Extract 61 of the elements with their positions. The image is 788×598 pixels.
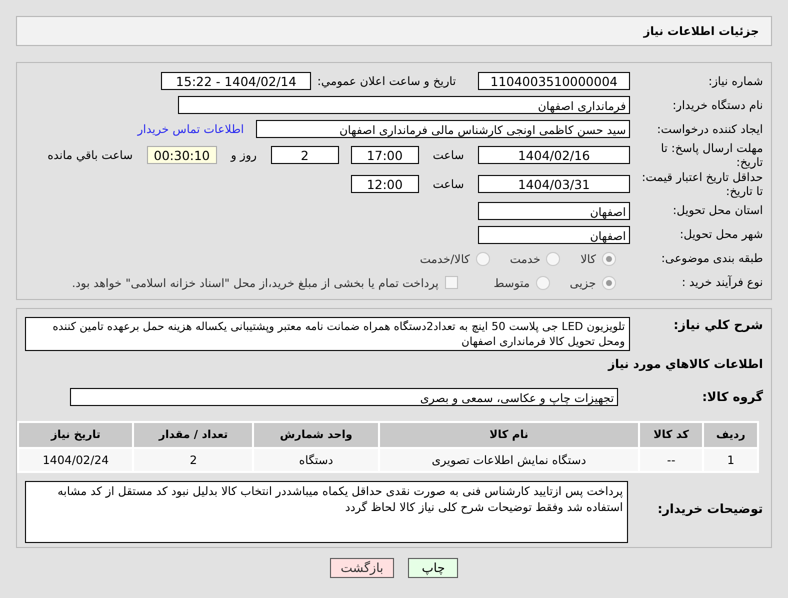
field-label: نوع فرآیند خرید : bbox=[680, 275, 763, 290]
table-cell: 1404/02/24 bbox=[18, 448, 134, 472]
radio-button[interactable] bbox=[602, 276, 616, 290]
time-label: ساعت bbox=[432, 177, 464, 192]
date-field: 1404/02/16 bbox=[478, 146, 630, 164]
section-heading: اطلاعات کالاهاي مورد نیاز bbox=[606, 356, 763, 370]
field-label: طبقه بندی موضوعی: bbox=[660, 251, 763, 266]
field-label: گروه کالا: bbox=[701, 388, 763, 404]
field-label: تاریخ و ساعت اعلان عمومي: bbox=[317, 74, 456, 88]
days-label: روز و bbox=[230, 148, 257, 162]
field-label: نام دستگاه خریدار: bbox=[671, 98, 763, 112]
radio-button[interactable] bbox=[476, 252, 490, 266]
radio-label: جزیی bbox=[570, 276, 596, 290]
time-label: ساعت bbox=[432, 148, 464, 162]
remaining-time-field: 00:30:10 bbox=[146, 146, 217, 164]
buyer-contact-link[interactable]: اطلاعات تماس خریدار bbox=[137, 122, 244, 136]
radio-button[interactable] bbox=[536, 276, 550, 290]
field-label: ایجاد کننده درخواست: bbox=[656, 122, 763, 136]
time-field: 12:00 bbox=[350, 175, 419, 194]
city-field: اصفهان bbox=[478, 226, 630, 244]
column-header: ردیف bbox=[703, 422, 758, 448]
radio-label: کالا bbox=[580, 252, 596, 266]
column-header: تعداد / مقدار bbox=[133, 422, 254, 448]
radio-button[interactable] bbox=[546, 252, 560, 266]
checkbox-label: پرداخت تمام یا بخشی از مبلغ خرید،از محل "اسناد خزانه اسلامی" خواهد بود. bbox=[72, 276, 439, 290]
field-label: توضیحات خریدار: bbox=[656, 500, 763, 516]
print-button[interactable]: چاپ bbox=[408, 558, 458, 578]
time-field: 17:00 bbox=[350, 146, 419, 164]
buyer-notes-field: پرداخت پس ازتایید کارشناس فنی به صورت نقدی حداقل یکماه میباشددر انتخاب کالا بدلیل نبود کد مستقل از کد مشابه استفاده شد وفقط توضیحات شرح کلی نیاز کالا لحاظ گردد bbox=[25, 480, 628, 542]
field-label: استان محل تحویل: bbox=[672, 203, 763, 218]
checkbox[interactable] bbox=[444, 276, 458, 289]
table-cell: دستگاه bbox=[253, 448, 379, 472]
announcement-date-field: 1404/02/14 - 15:22 bbox=[161, 72, 312, 90]
field-label: مهلت ارسال پاسخ: تا تاریخ: bbox=[660, 141, 763, 170]
requester-field: سید حسن کاظمی اونجی کارشناس مالی فرمانداری اصفهان bbox=[256, 120, 630, 138]
table-cell: -- bbox=[638, 448, 704, 472]
table-cell: 1 bbox=[703, 448, 758, 472]
column-header: واحد شمارش bbox=[253, 422, 379, 448]
date-field: 1404/03/31 bbox=[478, 175, 630, 194]
field-label: شرح کلي نیاز: bbox=[672, 316, 763, 332]
need-number-field: 1104003510000004 bbox=[478, 72, 630, 90]
radio-label: متوسط bbox=[494, 276, 530, 290]
days-field: 2 bbox=[270, 146, 339, 164]
column-header: کد کالا bbox=[638, 422, 704, 448]
remaining-label: ساعت باقي مانده bbox=[48, 148, 133, 162]
buyer-org-field: فرمانداری اصفهان bbox=[178, 96, 630, 114]
province-field: اصفهان bbox=[478, 202, 630, 220]
goods-group-field: تجهیزات چاپ و عکاسی، سمعی و بصری bbox=[70, 388, 618, 406]
radio-button[interactable] bbox=[602, 252, 616, 266]
back-button[interactable]: بازگشت bbox=[330, 558, 394, 578]
column-header: تاریخ نیاز bbox=[18, 422, 134, 448]
field-label: شهر محل تحویل: bbox=[678, 227, 763, 242]
radio-label: کالا/خدمت bbox=[420, 252, 470, 266]
column-header: نام کالا bbox=[378, 422, 639, 448]
field-label: حداقل تاریخ اعتبار قیمت: تا تاریخ: bbox=[640, 170, 763, 198]
radio-label: خدمت bbox=[510, 252, 540, 266]
page-title: جزئیات اطلاعات نیاز bbox=[643, 24, 759, 38]
field-label: شماره نیاز: bbox=[707, 74, 763, 88]
table-cell: دستگاه نمایش اطلاعات تصویری bbox=[378, 448, 639, 472]
description-field: تلویزیون LED جی پلاست 50 اینچ به تعداد2دستگاه همراه ضمانت نامه معتبر وپشتیبانی یکساله هزینه حمل برعهده تامین کننده ومحل تحویل کالا فرمانداری اصفهان bbox=[25, 316, 630, 350]
table-cell: 2 bbox=[133, 448, 254, 472]
